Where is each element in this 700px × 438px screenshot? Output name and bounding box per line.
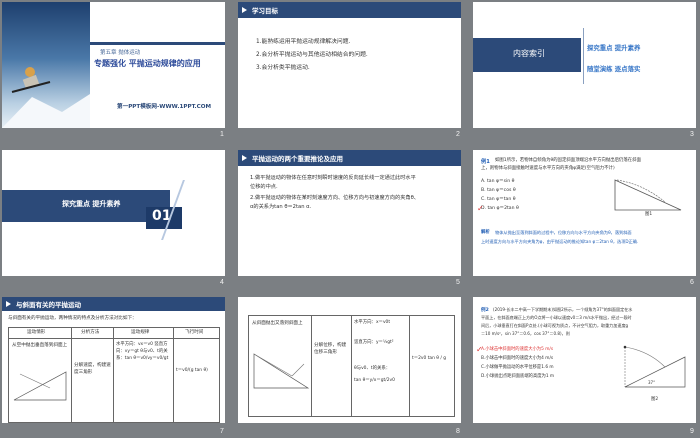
option-c: C.小球做平抛运动的水平位移是1.6 m xyxy=(481,365,554,370)
option-d: D.小球抛出点距斜面底端的高度为1 m xyxy=(481,374,555,379)
column-header: 飞行时间 xyxy=(185,330,204,335)
slide-number: 6 xyxy=(690,279,694,286)
figure-label: 图1 xyxy=(645,212,653,217)
body-line: 1.做平抛运动的物体在任意时刻瞬时速度的反向延长线一定通过此时水平 xyxy=(250,175,416,181)
slide-thumb-2[interactable]: 学习目标 1.能熟练运用平抛运动规律解决问题. 2.会分析平抛运动与其他运动相结… xyxy=(238,2,461,128)
slide-header: 平抛运动的两个重要推论及应用 xyxy=(238,150,461,166)
table-cell: 水平方向：vx＝v0 竖直方向：vy＝gt θ与v0、t的关系：tan θ＝v0… xyxy=(116,342,169,361)
slide-thumb-8[interactable]: 从斜面抛出又落到斜面上 分解位移，构建位移三角形 水平方向：x＝v0t 竖直方向… xyxy=(238,297,461,423)
incline-figure xyxy=(13,371,67,401)
cover-title: 专题强化 平抛运动规律的应用 xyxy=(94,59,201,68)
slide-number: 1 xyxy=(220,131,224,138)
comparison-table: 从斜面抛出又落到斜面上 分解位移，构建位移三角形 水平方向：x＝v0t 竖直方向… xyxy=(248,315,455,417)
figure-label: 图2 xyxy=(651,397,659,402)
slide-number: 4 xyxy=(220,279,224,286)
option-b: B. tan φ＝cos θ xyxy=(481,188,516,193)
slide-thumb-1[interactable]: 第五章 抛体运动 专题强化 平抛运动规律的应用 第一PPT模板网-WWW.1PP… xyxy=(2,2,225,128)
option-d: D. tan φ＝2tan θ xyxy=(481,206,519,211)
slide-number: 8 xyxy=(456,428,460,435)
col-divider xyxy=(113,328,114,422)
slide-thumb-4[interactable]: 探究重点 提升素养 01 xyxy=(2,150,225,276)
example-tag: 例2 xyxy=(481,308,489,313)
index-label: 内容索引 xyxy=(513,49,545,58)
angle-label: 37° xyxy=(648,380,656,385)
skier-image xyxy=(2,67,90,128)
table-cell: 从斜面抛出又落到斜面上 xyxy=(252,321,303,326)
slide-number: 5 xyxy=(456,279,460,286)
slide-header: 与斜面有关的平抛运动 xyxy=(2,297,225,311)
intro-line: 与斜面有关的平抛运动，两种情况的特点及分析方法对比如下： xyxy=(8,316,137,321)
incline-figure xyxy=(614,179,682,211)
column-header: 运动规律 xyxy=(131,330,150,335)
law-line: 水平方向：x＝v0t xyxy=(354,320,391,325)
index-item-1[interactable]: 探究重点 提升素养 xyxy=(587,43,640,52)
header-title: 平抛运动的两个重要推论及应用 xyxy=(252,155,343,163)
col-divider xyxy=(173,328,174,422)
comparison-table: 运动情形 分析方法 运动规律 飞行时间 从空中抛出垂直落到斜面上 分解速度，构建… xyxy=(8,327,220,423)
slide-thumb-9[interactable]: 例2 (2019·长丰二中高一下学期期末)如图2所示，一个倾角为37°的斜面固定… xyxy=(473,297,696,423)
cover-bar-top xyxy=(90,42,225,45)
slide-header: 学习目标 xyxy=(238,2,461,18)
slide-number: 9 xyxy=(690,428,694,435)
slide-thumb-7[interactable]: 与斜面有关的平抛运动 与斜面有关的平抛运动，两种情况的特点及分析方法对比如下： … xyxy=(2,297,225,423)
example-tag: 例1 xyxy=(481,159,490,165)
col-divider xyxy=(409,316,410,416)
law-line: θ与v0、t的关系： xyxy=(354,366,391,371)
slide-thumb-5[interactable]: 平抛运动的两个重要推论及应用 1.做平抛运动的物体在任意时刻瞬时速度的反向延长线… xyxy=(238,150,461,276)
law-line: tan θ＝y/x＝gt/2v0 xyxy=(354,378,395,383)
question-line: (2019·长丰二中高一下学期期末)如图2所示，一个倾角为37°的斜面固定在水 xyxy=(493,307,633,312)
body-line: 位移的中点. xyxy=(250,184,278,190)
header-title: 学习目标 xyxy=(252,7,278,15)
index-divider xyxy=(583,28,584,84)
goal-line: 2.会分析平抛运动与其他运动相结合的问题. xyxy=(256,52,368,58)
option-b: B.小球击中斜面时的速度大小为4 m/s xyxy=(481,356,554,361)
table-cell: t＝v0/(g tan θ) xyxy=(176,368,208,373)
goal-line: 3.会分析类平抛运动. xyxy=(256,65,310,71)
col-divider xyxy=(351,316,352,416)
analysis-line: 上时速度方向与水平方向夹角为φ，由平抛运动的推论知tan φ＝2tan θ，选项… xyxy=(481,239,639,244)
cover-footer: 第一PPT模板网-WWW.1PPT.COM xyxy=(117,104,212,110)
law-line: 竖直方向：y＝½gt² xyxy=(354,340,394,345)
col-divider xyxy=(71,328,72,422)
slide-number: 2 xyxy=(456,131,460,138)
slide-thumb-6[interactable]: 例1 如图1所示，若物体自倾角为θ的固定斜面顶端沿水平方向抛出后仍落在斜面 上，… xyxy=(473,150,696,276)
body-line: α的关系为tan θ＝2tan α. xyxy=(250,204,312,210)
goal-line: 1.能熟练运用平抛运动规律解决问题. xyxy=(256,39,351,45)
header-title: 与斜面有关的平抛运动 xyxy=(16,301,81,309)
question-line: ＝10 m/s²，sin 37°＝0.6，cos 37°＝0.8)，则 xyxy=(481,331,570,336)
column-header: 分析方法 xyxy=(81,330,100,335)
incline-figure xyxy=(253,353,310,389)
table-cell: t＝2v0 tan θ / g xyxy=(412,356,447,361)
chapter-label: 第五章 抛体运动 xyxy=(100,50,141,56)
cover-photo xyxy=(2,2,90,128)
table-cell: 分解位移，构建位移三角形 xyxy=(314,343,347,356)
option-c: C. tan φ＝tan θ xyxy=(481,197,516,202)
option-a: A. tan φ＝sin θ xyxy=(481,179,515,184)
triangle-icon xyxy=(242,155,247,161)
slide-thumb-3[interactable]: 内容索引 探究重点 提升素养 随堂演练 逐点落实 xyxy=(473,2,696,128)
slide-number: 7 xyxy=(220,428,224,435)
triangle-icon xyxy=(242,7,247,13)
slide-number: 3 xyxy=(690,131,694,138)
check-icon: ✓ xyxy=(476,345,483,354)
option-a: A.小球击中斜面时的速度大小为5 m/s xyxy=(481,347,554,352)
column-header: 运动情形 xyxy=(27,330,46,335)
question-line: 如图1所示，若物体自倾角为θ的固定斜面顶端沿水平方向抛出后仍落在斜面 xyxy=(495,158,641,163)
analysis-tag: 解析 xyxy=(481,230,490,235)
check-icon: ✓ xyxy=(477,204,484,213)
section-title: 探究重点 提升素养 xyxy=(62,200,121,208)
body-line: 2.做平抛运动的物体在某时刻速度方向、位移方向与初速度方向的夹角θ、 xyxy=(250,195,419,201)
question-line: 间后，小球垂直打在斜面P点处.(小球可视为质点，不计空气阻力，取重力加速度g xyxy=(481,323,629,328)
index-item-2[interactable]: 随堂演练 逐点落实 xyxy=(587,64,640,73)
question-line: 平面上，在斜面底端正上方的O点将一小球以速度v0＝3 m/s水平抛出，经过一段时 xyxy=(481,315,632,320)
triangle-icon xyxy=(6,301,11,307)
table-cell: 分解速度，构建速度三角形 xyxy=(74,363,111,376)
question-line: 上，则物体与斜面接触时速度与水平方向的夹角φ满足(空气阻力不计) xyxy=(481,166,615,171)
table-cell: 从空中抛出垂直落到斜面上 xyxy=(12,343,68,348)
analysis-line: 物体从抛出至落到斜面的过程中，位移方向与水平方向夹角为θ，落到斜面 xyxy=(495,230,632,235)
col-divider xyxy=(311,316,312,416)
